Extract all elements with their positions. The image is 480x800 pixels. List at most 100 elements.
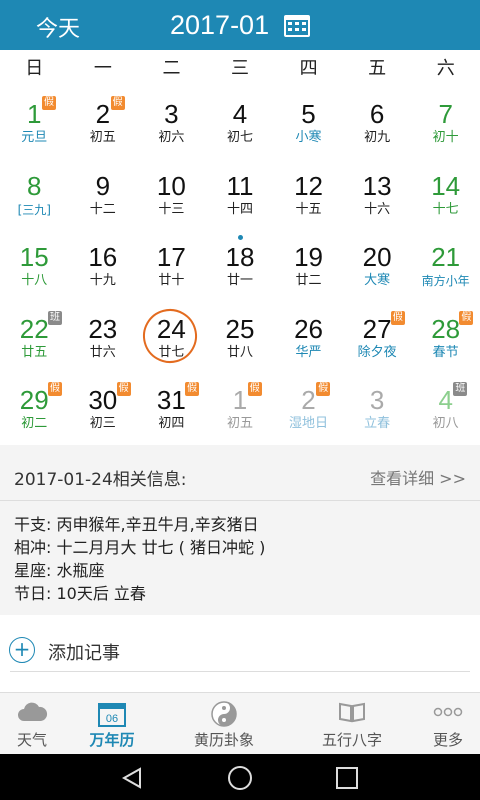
calendar-day[interactable]: 2 初五 假 — [69, 90, 138, 160]
today-button[interactable]: 今天 — [36, 11, 80, 43]
calendar-day[interactable]: 29 初二假 — [0, 376, 69, 446]
back-icon[interactable] — [120, 766, 144, 790]
calendar-day[interactable]: 14 十七 — [411, 162, 480, 232]
book-icon — [339, 702, 365, 723]
calendar-day[interactable]: 18 廿一 — [206, 233, 275, 303]
lunar-date: 南方小年 — [421, 274, 470, 288]
day-number: 16 — [88, 242, 118, 272]
zodiac-row: 星座: 水瓶座 — [14, 561, 105, 580]
calendar-day[interactable]: 11 十四 — [206, 162, 275, 232]
calendar-day[interactable]: 22 廿五班 — [0, 305, 69, 375]
weekday-label: 日 — [25, 58, 44, 79]
view-details-link[interactable]: 查看详细 >> — [370, 465, 466, 489]
calendar-day[interactable]: 4 初七 — [206, 90, 275, 160]
lunar-date: 十二 — [89, 201, 116, 217]
holiday-badge: 假 — [316, 382, 331, 396]
day-number: 1 — [27, 99, 42, 129]
lunar-date: 十七 — [432, 201, 459, 217]
ganzhi-row: 干支: 丙申猴年,辛丑牛月,辛亥猪日 — [14, 515, 259, 534]
tab-weather[interactable]: 天气 — [0, 693, 64, 755]
lunar-date: 初二 — [21, 416, 48, 431]
calendar-day[interactable]: 7 初十 — [411, 90, 480, 160]
more-dots-icon — [433, 707, 463, 717]
chongsha-row: 相冲: 十二月月大 廿七 ( 猪日冲蛇 ) — [14, 538, 266, 557]
lunar-date: 春节 — [432, 344, 459, 360]
holiday-badge: 假 — [42, 96, 56, 110]
tab-bazi[interactable]: 五行八字 — [308, 693, 396, 755]
lunar-date: 初三 — [89, 416, 116, 431]
calendar-day[interactable]: 4 初八 班 — [411, 376, 480, 446]
bottom-tab-bar: 天气 06 万年历 黄历卦象 五行八字 更多 — [0, 692, 480, 754]
tab-almanac[interactable]: 黄历卦象 — [180, 693, 268, 755]
day-number: 7 — [438, 99, 453, 129]
calendar-day[interactable]: 9 十二 — [69, 162, 138, 232]
lunar-date: 十四 — [226, 201, 253, 217]
lunar-date: 立春 — [364, 416, 391, 431]
calendar-day[interactable]: 16 十九 — [69, 233, 138, 303]
calendar-day[interactable]: 25 廿八 — [206, 305, 275, 375]
day-number: 15 — [19, 242, 49, 272]
calendar-day[interactable]: 26 华严 — [274, 305, 343, 375]
calendar-day[interactable]: 1 初五 假 — [206, 376, 275, 446]
holiday-badge: 假 — [110, 96, 125, 110]
calendar-day[interactable]: 19 廿二 — [274, 233, 343, 303]
calendar-day[interactable]: 2 湿地日 假 — [274, 376, 343, 446]
tab-more[interactable]: 更多 — [420, 693, 476, 755]
day-number: 11 — [226, 170, 254, 201]
calendar-day[interactable]: 13 十六 — [343, 162, 412, 232]
calendar-picker-icon[interactable] — [284, 15, 310, 37]
calendar-day[interactable]: 20 大寒 — [343, 233, 412, 303]
calendar-day[interactable]: 3 立春 — [343, 376, 412, 446]
calendar-day[interactable]: 15 十八 — [0, 233, 69, 303]
lunar-date: 小寒 — [295, 130, 322, 145]
day-number: 10 — [156, 170, 186, 201]
add-note-button[interactable]: + 添加记事 — [0, 625, 480, 675]
holiday-badge: 假 — [247, 382, 262, 396]
lunar-date: 廿一 — [226, 273, 253, 288]
weekday-label: 六 — [436, 58, 455, 79]
calendar-day[interactable]: 17 廿十 — [137, 233, 206, 303]
lunar-date: 初十 — [432, 130, 459, 145]
calendar-day[interactable]: 1 元旦 假 — [0, 90, 69, 160]
day-info-panel: 2017-01-24相关信息: 查看详细 >> 干支: 丙申猴年,辛丑牛月,辛亥… — [0, 445, 480, 615]
day-number: 18 — [225, 242, 255, 272]
weekday-label: 一 — [93, 58, 112, 79]
calendar-day[interactable]: 30 初三假 — [69, 376, 138, 446]
month-title[interactable]: 2017-01 — [170, 10, 269, 41]
calendar-icon: 06 — [98, 703, 126, 727]
calendar-day[interactable]: 6 初九 — [343, 90, 412, 160]
holiday-badge: 假 — [116, 382, 131, 396]
recents-icon[interactable] — [335, 766, 359, 790]
calendar-day[interactable]: 12 十五 — [274, 162, 343, 232]
day-number: 12 — [294, 170, 323, 201]
home-icon[interactable] — [227, 765, 253, 791]
day-number: 6 — [369, 99, 385, 129]
day-number: 19 — [294, 242, 323, 272]
calendar-day[interactable]: 23 廿六 — [69, 305, 138, 375]
holiday-badge: 假 — [459, 310, 474, 325]
lunar-date: 十六 — [364, 201, 391, 217]
calendar-day[interactable]: 31 初四假 — [137, 376, 206, 446]
day-number: 17 — [156, 242, 186, 272]
workday-badge: 班 — [453, 382, 468, 396]
tab-calendar[interactable]: 06 万年历 — [72, 693, 152, 755]
calendar-day[interactable]: 5 小寒 — [274, 90, 343, 160]
system-nav-bar — [0, 754, 480, 800]
lunar-date: 十八 — [21, 273, 48, 288]
calendar-day[interactable]: 28 春节假 — [411, 305, 480, 375]
day-number: 26 — [294, 313, 323, 344]
calendar-day[interactable]: 8 [三九] — [0, 162, 69, 232]
calendar-day-selected[interactable]: 24 廿七 — [137, 302, 206, 375]
lunar-date: 廿五 — [21, 344, 48, 360]
day-number: 3 — [369, 385, 385, 415]
calendar-day[interactable]: 10 十三 — [137, 162, 206, 232]
lunar-date: 大寒 — [364, 273, 391, 288]
calendar-day[interactable]: 27 除夕夜假 — [343, 305, 412, 375]
tab-label: 黄历卦象 — [193, 731, 254, 749]
calendar-day[interactable]: 3 初六 — [137, 90, 206, 160]
lunar-date: 元旦 — [21, 130, 48, 145]
tab-label: 五行八字 — [321, 731, 382, 749]
calendar-day[interactable]: 21 南方小年 — [411, 233, 480, 303]
add-icon: + — [9, 637, 35, 663]
day-number: 13 — [362, 170, 392, 201]
